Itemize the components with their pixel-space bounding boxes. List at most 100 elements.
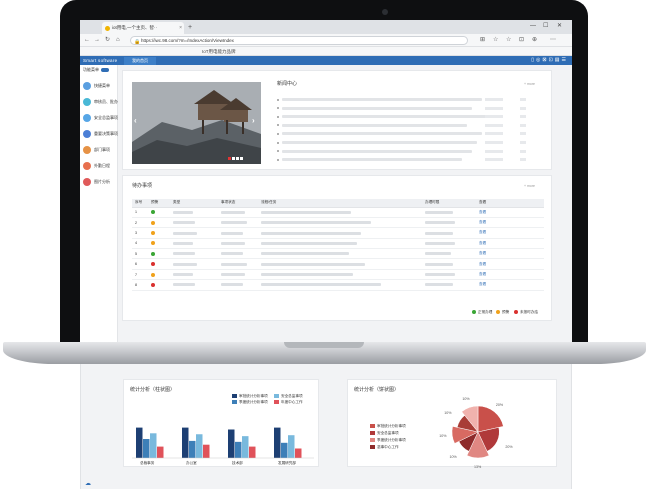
pie-legend-item: 安全总监事项 — [370, 431, 399, 436]
news-bullet-icon — [277, 141, 279, 144]
task-cell — [258, 279, 422, 291]
favorites-item[interactable]: IoT用电能力品牌 — [202, 48, 236, 55]
type-cell — [170, 217, 218, 229]
table-row[interactable]: 6 查看 — [132, 258, 544, 270]
news-date — [485, 98, 503, 101]
collections-icon[interactable]: ⊡ — [519, 36, 524, 44]
bar-1-3 — [203, 444, 210, 458]
news-more-link[interactable]: + more — [524, 82, 535, 86]
close-tab-icon[interactable]: × — [179, 22, 182, 34]
news-item[interactable] — [282, 115, 487, 119]
view-link[interactable]: 查看 — [479, 251, 486, 255]
view-link[interactable]: 查看 — [479, 210, 486, 214]
news-date — [485, 132, 503, 136]
table-row[interactable]: 5 查看 — [132, 248, 544, 260]
sidebar-item[interactable]: 快捷菜单 — [83, 81, 117, 91]
redacted-text — [173, 273, 193, 277]
sidebar-item[interactable]: 安全总监事项 — [83, 113, 118, 123]
home-icon[interactable]: ⌂ — [116, 36, 120, 44]
browser-tab[interactable]: iot用电,一个主页、智·· × — [102, 22, 184, 34]
view-link[interactable]: 查看 — [479, 220, 486, 224]
view-link[interactable]: 查看 — [479, 262, 486, 266]
apps-icon[interactable]: ⊞ — [480, 36, 485, 44]
sidebar-item[interactable]: 审核员、批办 — [83, 97, 118, 107]
carousel-indicators — [228, 157, 244, 160]
maximize-icon[interactable]: ☐ — [543, 22, 548, 31]
sidebar-item[interactable]: 重要决策事项 — [83, 129, 118, 139]
bar-legend-item: 安全总监事项 — [274, 394, 303, 399]
table-row[interactable]: 7 查看 — [132, 269, 544, 281]
redacted-text — [425, 210, 453, 214]
news-item[interactable] — [282, 123, 467, 127]
todo-more-link[interactable]: + more — [524, 184, 535, 188]
list-icon[interactable]: ▤ — [555, 57, 562, 63]
toggle-switch-icon[interactable] — [101, 67, 109, 72]
sidebar-item[interactable]: 外勤日程 — [83, 161, 117, 171]
sidebar-toggle[interactable]: 功能菜单 — [83, 67, 109, 73]
pie-legend-label: 安全总监事项 — [377, 431, 399, 435]
pie-legend-label: 滋事中心工作 — [377, 445, 399, 449]
legend-dot-icon — [496, 310, 500, 315]
view-link[interactable]: 查看 — [479, 241, 486, 245]
view-link[interactable]: 查看 — [479, 230, 486, 234]
table-row[interactable]: 3 查看 — [132, 227, 544, 239]
state-cell — [218, 227, 258, 239]
table-row[interactable]: 8 查看 — [132, 279, 544, 291]
extensions-icon[interactable]: ⊕ — [532, 36, 537, 44]
hamburger-icon[interactable]: ☰ — [562, 57, 568, 63]
state-cell — [218, 217, 258, 229]
menu-item-icon — [83, 82, 91, 90]
carousel-next-icon[interactable]: › — [252, 116, 255, 125]
view-link[interactable]: 查看 — [479, 282, 486, 286]
bar-3-3 — [295, 448, 302, 458]
news-item[interactable] — [282, 141, 477, 144]
menu-icon[interactable]: ⋯ — [550, 36, 556, 44]
sidebar-item-label: 安全总监事项 — [94, 115, 118, 120]
table-row[interactable]: 4 查看 — [132, 238, 544, 250]
view-cell: 查看 — [476, 227, 544, 239]
news-item[interactable] — [282, 158, 462, 162]
status-cell — [148, 279, 170, 291]
sidebar-item[interactable]: 部门事项 — [83, 145, 117, 155]
task-cell — [258, 269, 422, 281]
favorites-list-icon[interactable]: ☆ — [506, 36, 511, 44]
minimize-icon[interactable]: — — [530, 22, 536, 31]
status-cell — [148, 258, 170, 270]
carousel-dot[interactable] — [236, 157, 239, 160]
app-header: Smart software 我的首页 ▯◎⊠⊡▤☰ — [80, 56, 572, 65]
url-input[interactable]: 🔒 https://iwc.98.com/?m=/IndexAction/Vie… — [130, 36, 468, 45]
news-item[interactable] — [282, 106, 472, 110]
forward-icon[interactable]: → — [94, 36, 100, 44]
task-cell — [258, 227, 422, 239]
news-bullet-icon — [277, 98, 279, 101]
carousel-dot[interactable] — [232, 157, 235, 160]
status-dot-icon — [151, 231, 155, 235]
news-item[interactable] — [282, 149, 472, 153]
news-item[interactable] — [282, 98, 482, 101]
carousel-dot[interactable] — [240, 157, 243, 160]
tab-home[interactable]: 我的首页 — [124, 57, 156, 65]
pie-slice-0 — [477, 405, 504, 433]
new-tab-button[interactable]: + — [188, 23, 192, 32]
state-cell — [218, 207, 258, 218]
banner-carousel[interactable]: ‹ › — [132, 82, 261, 164]
redacted-text — [221, 241, 245, 245]
close-window-icon[interactable]: ✕ — [557, 22, 562, 31]
refresh-icon[interactable]: ↻ — [105, 36, 110, 44]
sidebar-item[interactable]: 图片分析 — [83, 177, 117, 187]
carousel-dot[interactable] — [228, 157, 231, 160]
legend-swatch-icon — [370, 431, 375, 436]
news-item[interactable] — [282, 132, 482, 136]
table-row[interactable]: 1 查看 — [132, 207, 544, 218]
redacted-text — [425, 221, 455, 225]
view-link[interactable]: 查看 — [479, 272, 486, 276]
menu-item-icon — [83, 98, 91, 106]
redacted-text — [173, 221, 195, 225]
back-icon[interactable]: ← — [84, 36, 90, 44]
carousel-prev-icon[interactable]: ‹ — [134, 116, 137, 125]
legend-swatch-icon — [232, 394, 237, 399]
deadline-cell — [422, 217, 476, 229]
favorite-icon[interactable]: ☆ — [493, 36, 498, 44]
table-row[interactable]: 2 查看 — [132, 217, 544, 229]
view-cell: 查看 — [476, 279, 544, 291]
